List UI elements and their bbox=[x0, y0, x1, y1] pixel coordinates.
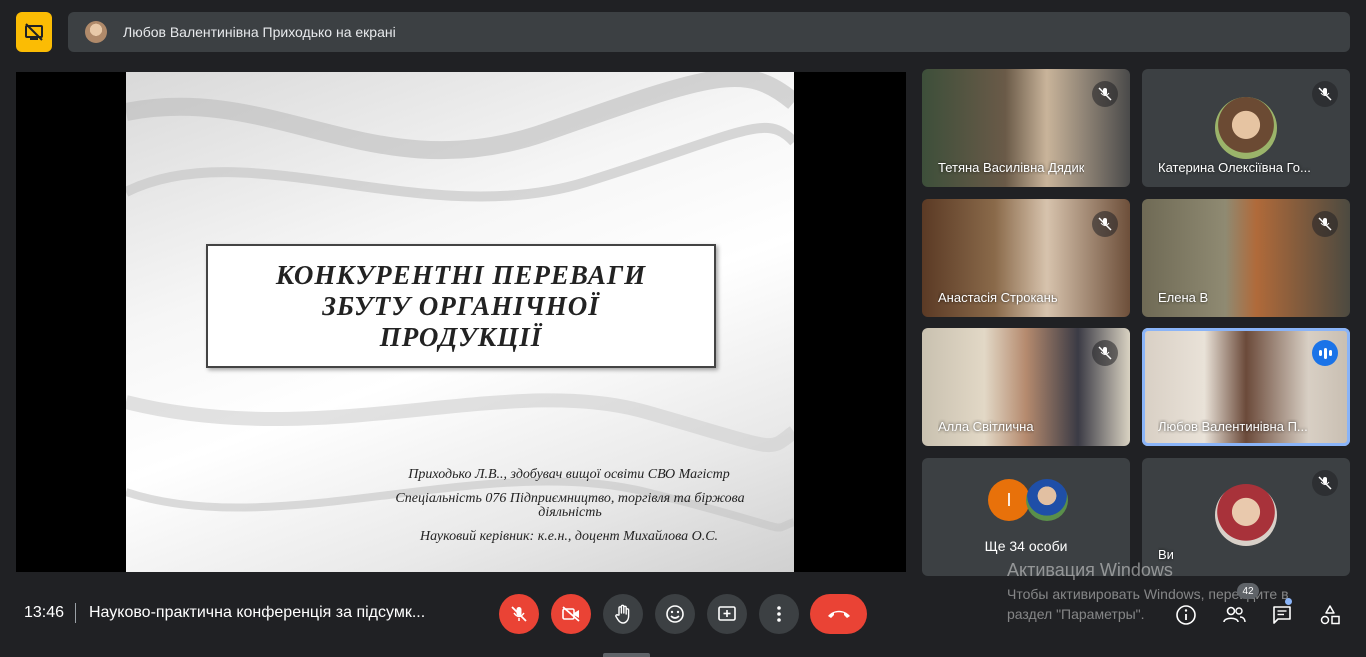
divider bbox=[75, 603, 76, 623]
participant-tile[interactable]: Елена В bbox=[1142, 199, 1350, 317]
speaking-indicator-icon bbox=[1312, 340, 1338, 366]
people-icon bbox=[1223, 606, 1246, 623]
mic-off-icon bbox=[1312, 470, 1338, 496]
participant-tile[interactable]: Катерина Олексіївна Го... bbox=[1142, 69, 1350, 187]
chat-icon bbox=[1273, 606, 1291, 624]
mic-off-icon bbox=[1312, 211, 1338, 237]
clock: 13:46 bbox=[24, 604, 65, 621]
stop-presenting-button[interactable] bbox=[16, 12, 52, 52]
participant-name: Анастасія Строкань bbox=[938, 290, 1058, 305]
meeting-title[interactable]: Науково-практична конференція за підсумк… bbox=[89, 604, 449, 622]
presenter-avatar bbox=[85, 21, 107, 43]
participant-tile[interactable]: Алла Світлична bbox=[922, 328, 1130, 446]
chat-notification-dot bbox=[1285, 598, 1292, 605]
more-participants-label: Ще 34 особи bbox=[984, 538, 1068, 554]
hand-icon bbox=[615, 604, 630, 624]
participant-tile-active-speaker[interactable]: Любов Валентинівна П... bbox=[1142, 328, 1350, 446]
info-icon bbox=[1176, 605, 1196, 625]
mic-off-icon bbox=[1092, 211, 1118, 237]
more-vert-icon bbox=[777, 606, 781, 622]
participant-name: Алла Світлична bbox=[938, 419, 1034, 434]
camera-off-icon bbox=[562, 606, 580, 622]
mic-off-icon bbox=[1312, 81, 1338, 107]
slide-title-box: КОНКУРЕНТНІ ПЕРЕВАГИ ЗБУТУ ОРГАНІЧНОЇ ПР… bbox=[206, 244, 716, 368]
avatar bbox=[1215, 484, 1277, 546]
stop-presenting-icon bbox=[25, 23, 43, 41]
presenter-banner: Любов Валентинівна Приходько на екрані bbox=[68, 12, 1350, 52]
slide-supervisor: Науковий керівник: к.е.н., доцент Михайл… bbox=[419, 529, 719, 544]
windows-activation-title: Активация Windows bbox=[1007, 560, 1173, 580]
reactions-button[interactable] bbox=[655, 594, 695, 634]
people-button[interactable] bbox=[1221, 602, 1247, 628]
presenter-banner-text: Любов Валентинівна Приходько на екрані bbox=[123, 24, 396, 40]
camera-toggle-button[interactable] bbox=[551, 594, 591, 634]
participants-count-badge: 42 bbox=[1237, 583, 1259, 599]
mic-off-icon bbox=[511, 606, 527, 622]
self-tile[interactable]: Ви bbox=[1142, 458, 1350, 576]
participant-tile[interactable]: Анастасія Строкань bbox=[922, 199, 1130, 317]
meeting-details-button[interactable] bbox=[1173, 602, 1199, 628]
participant-name: Тетяна Василівна Дядик bbox=[938, 160, 1085, 175]
slide-title: КОНКУРЕНТНІ ПЕРЕВАГИ ЗБУТУ ОРГАНІЧНОЇ ПР… bbox=[275, 259, 647, 352]
more-options-button[interactable] bbox=[759, 594, 799, 634]
phone-hangup-icon bbox=[827, 610, 850, 618]
participant-name: Елена В bbox=[1158, 290, 1209, 305]
slide-author: Приходько Л.В.., здобувач вищої освіти С… bbox=[408, 467, 730, 482]
avatar: I bbox=[988, 479, 1030, 521]
mic-off-icon bbox=[1092, 340, 1118, 366]
raise-hand-button[interactable] bbox=[603, 594, 643, 634]
participant-tile[interactable]: Тетяна Василівна Дядик bbox=[922, 69, 1130, 187]
presentation-stage: КОНКУРЕНТНІ ПЕРЕВАГИ ЗБУТУ ОРГАНІЧНОЇ ПР… bbox=[16, 72, 906, 572]
emoji-icon bbox=[666, 605, 684, 623]
mic-off-icon bbox=[1092, 81, 1118, 107]
more-participants-tile[interactable]: I Ще 34 особи bbox=[922, 458, 1130, 576]
avatar bbox=[1215, 97, 1277, 159]
slide-specialty: Спеціальність 076 Підприємництво, торгів… bbox=[395, 491, 745, 520]
slide: КОНКУРЕНТНІ ПЕРЕВАГИ ЗБУТУ ОРГАНІЧНОЇ ПР… bbox=[126, 72, 794, 572]
leave-call-button[interactable] bbox=[810, 594, 867, 634]
participant-name: Любов Валентинівна П... bbox=[1158, 419, 1308, 434]
activities-button[interactable] bbox=[1317, 602, 1343, 628]
microphone-toggle-button[interactable] bbox=[499, 594, 539, 634]
avatar bbox=[1026, 479, 1068, 521]
present-screen-button[interactable] bbox=[707, 594, 747, 634]
bottom-handle bbox=[603, 653, 650, 657]
chat-button[interactable] bbox=[1269, 602, 1295, 628]
participant-name: Катерина Олексіївна Го... bbox=[1158, 160, 1311, 175]
activities-icon bbox=[1320, 605, 1340, 625]
present-screen-icon bbox=[718, 606, 736, 621]
